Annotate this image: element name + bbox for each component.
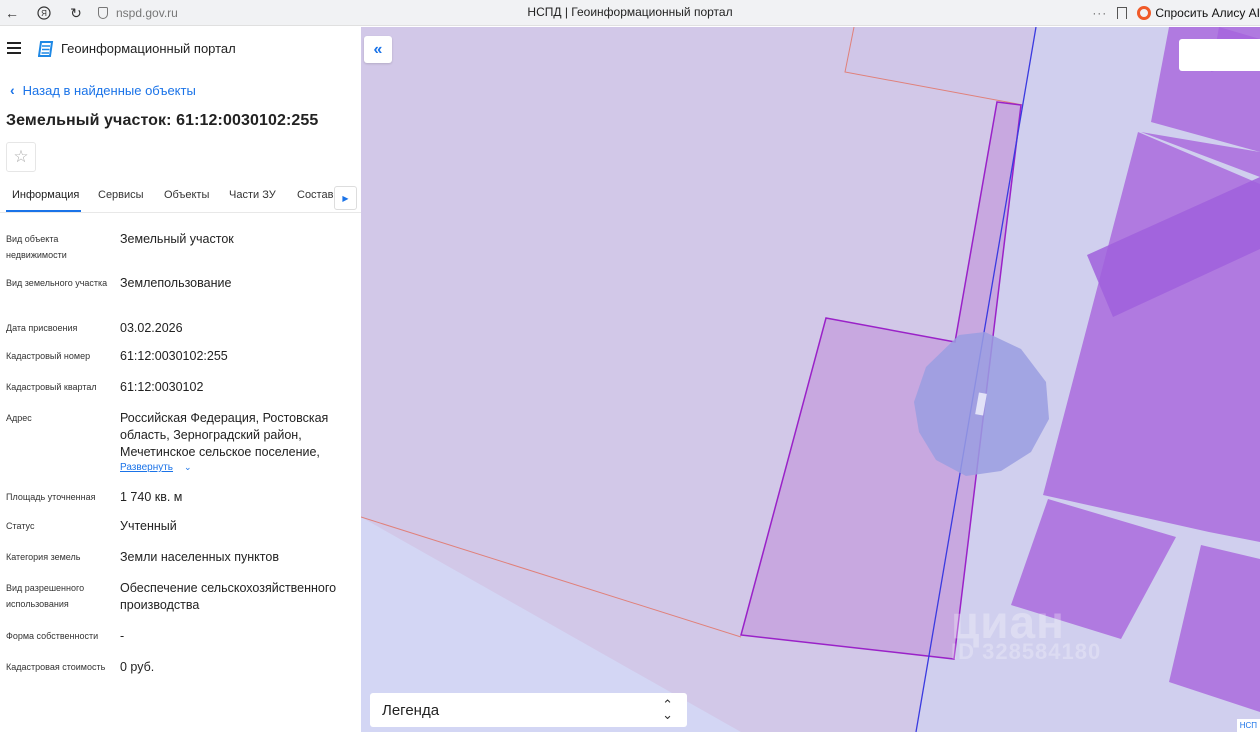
field-value: 61:12:0030102:255	[120, 349, 228, 363]
panel-header: Геоинформационный портал	[0, 27, 361, 71]
map-canvas[interactable]	[361, 27, 1260, 732]
field-label: Площадь уточненная	[6, 492, 96, 502]
legend-dropdown[interactable]: Легенда ⌃ ⌄	[370, 693, 687, 727]
menu-icon[interactable]	[7, 42, 21, 54]
field-value: Земли населенных пунктов	[120, 550, 279, 564]
browser-toolbar: ← Я ↻ nspd.gov.ru НСПД | Геоинформационн…	[0, 0, 1260, 26]
field-value: Землепользование	[120, 276, 232, 290]
field-value: -	[120, 629, 125, 643]
legend-label: Легенда	[382, 701, 440, 719]
tab-information[interactable]: Информация	[12, 189, 79, 201]
sort-arrows-icon: ⌃ ⌄	[662, 697, 673, 722]
field-label: Категория земель	[6, 552, 81, 562]
more-icon[interactable]: ···	[1092, 6, 1107, 20]
field-label: Форма собственности	[6, 631, 99, 641]
field-value: 0 руб.	[120, 660, 155, 674]
field-value: 61:12:0030102	[120, 380, 204, 394]
expand-address-link[interactable]: Развернуть	[120, 462, 173, 473]
field-label: Адрес	[6, 413, 32, 423]
chevron-left-icon: ‹	[10, 82, 15, 98]
side-panel: Геоинформационный портал ‹ Назад в найде…	[0, 27, 361, 732]
tab-objects[interactable]: Объекты	[164, 189, 209, 201]
bookmark-icon[interactable]	[1117, 7, 1128, 19]
map-view[interactable]: « циан ID 328584180 Легенда ⌃ ⌄ НСП	[361, 27, 1260, 732]
alice-button[interactable]: Спросить Алису AI	[1137, 6, 1260, 20]
field-value: 03.02.2026	[120, 321, 183, 335]
active-tab-indicator	[6, 210, 81, 212]
field-value: Российская Федерация, Ростовская область…	[120, 411, 329, 459]
field-label: Вид разрешенного использования	[6, 583, 85, 609]
favorite-star-icon[interactable]: ☆	[6, 142, 36, 172]
tab-composition[interactable]: Состав	[297, 189, 333, 201]
back-link-label: Назад в найденные объекты	[22, 82, 196, 98]
page-title: Земельный участок: 61:12:0030102:255	[6, 112, 319, 129]
chevron-down-icon[interactable]: ⌄	[184, 462, 192, 473]
collapse-panel-button[interactable]: «	[364, 36, 392, 63]
field-label: Вид земельного участка	[6, 278, 108, 288]
tab-bar: Информация Сервисы Объекты Части ЗУ Сост…	[0, 183, 361, 213]
field-label: Кадастровый номер	[6, 351, 91, 361]
tab-title: НСПД | Геоинформационный портал	[527, 5, 733, 19]
alice-icon	[1137, 6, 1152, 20]
field-label: Статус	[6, 521, 35, 531]
alice-label: Спросить Алису AI	[1155, 6, 1260, 20]
field-label: Кадастровая стоимость	[6, 662, 106, 672]
watermark-id: ID 328584180	[951, 639, 1102, 664]
field-label: Дата присвоения	[6, 323, 78, 333]
portal-logo-icon	[38, 41, 54, 57]
field-value: 1 740 кв. м	[120, 490, 183, 504]
tab-services[interactable]: Сервисы	[98, 189, 144, 201]
map-search-input[interactable]	[1179, 39, 1260, 71]
field-value: Учтенный	[120, 519, 177, 533]
tabs-scroll-right-icon[interactable]: ▶	[334, 186, 357, 210]
field-value: Обеспечение сельскохозяйственного произв…	[120, 581, 337, 612]
field-value: Земельный участок	[120, 232, 234, 246]
browser-actions: ··· Спросить Алису AI	[1092, 3, 1260, 23]
back-to-results-link[interactable]: ‹ Назад в найденные объекты	[10, 82, 196, 98]
field-label: Кадастровый квартал	[6, 382, 97, 392]
app-title: Геоинформационный портал	[61, 41, 236, 56]
field-label: Вид объекта недвижимости	[6, 234, 67, 260]
map-attribution: НСП	[1236, 719, 1260, 732]
tab-parts[interactable]: Части ЗУ	[229, 189, 276, 201]
